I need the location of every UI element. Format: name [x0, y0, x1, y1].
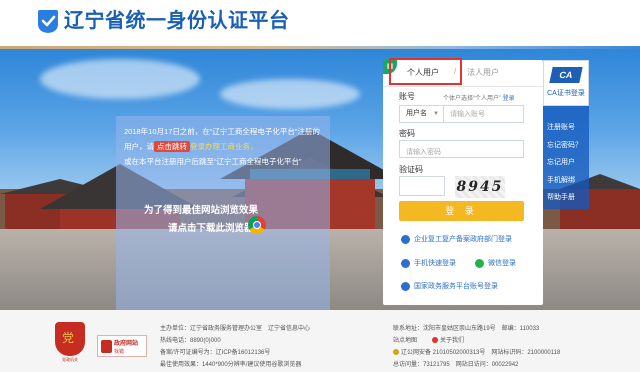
login-card: ▦ 个人用户 / 法人用户 账号 个体户选择“个人用户” 登录 用户名▼ 密码 …: [383, 58, 543, 305]
site-header: 辽宁省统一身份认证平台: [0, 0, 640, 46]
account-input[interactable]: [444, 106, 523, 122]
mobile-login-label: 手机快速登录: [414, 260, 456, 267]
account-type-value: 用户名: [406, 110, 427, 117]
sidebar-item-unbind-phone[interactable]: 手机解绑: [547, 175, 575, 185]
footer-icp[interactable]: 备案/许可证编号为：辽ICP备16012136号: [160, 347, 270, 356]
gov-site-error-report-badge[interactable]: 政府网站 找错: [97, 335, 147, 357]
sidebar-item-help[interactable]: 帮助手册: [547, 192, 575, 202]
browser-tip-line1: 为了得到最佳网站浏览效果: [144, 205, 259, 216]
sidebar-item-forgot-user[interactable]: 忘记用户: [547, 157, 575, 167]
account-row: 用户名 ▼: [399, 105, 524, 123]
password-label: 密码: [399, 129, 415, 138]
footer-police-record[interactable]: 辽公网安备 21010502000313号 网站标识码：2100000118: [393, 347, 560, 356]
mobile-login-link[interactable]: 手机快速登录: [401, 258, 456, 268]
password-field: [399, 140, 524, 161]
site-title: 辽宁省统一身份认证平台: [64, 10, 290, 32]
hint-login-link[interactable]: 登录: [503, 96, 515, 102]
password-input[interactable]: [400, 144, 523, 161]
party-gov-emblem-icon[interactable]: [55, 322, 85, 356]
national-login-label: 国家政务服务平台账号登录: [414, 283, 498, 290]
building-icon: [401, 234, 410, 244]
footer-sitemap-link[interactable]: 站点地图: [393, 335, 417, 344]
ca-certificate-login[interactable]: CA CA证书登录: [543, 60, 589, 106]
footer-police-text: 辽公网安备 21010502000313号 网站标识码：2100000118: [401, 350, 561, 356]
captcha-image[interactable]: 8945: [455, 176, 505, 198]
enterprise-login-link[interactable]: 企业复工复产备案政府部门登录: [401, 234, 512, 244]
gov-badge-title: 政府网站: [114, 341, 139, 347]
captcha-label: 验证码: [399, 165, 423, 174]
footer-host: 主办单位：辽宁省政务服务管理办公室 辽宁省信息中心: [160, 326, 311, 332]
footer-browser-tip: 最佳使用效果：1440*900分辨率/建议使用谷歌浏览器: [160, 362, 302, 368]
gov-badge-subtitle: 找错: [114, 349, 125, 355]
migration-notice: 2018年10月17日之前，在“辽宁工商全程电子化平台”注册的用户，请 点击跳转登…: [124, 124, 324, 169]
national-platform-icon: [401, 281, 410, 291]
police-badge-icon: [393, 349, 399, 356]
footer-hotline: 热线电话：8890(0)000: [160, 338, 221, 344]
browser-download-link[interactable]: 请点击下载此浏览器: [168, 220, 254, 234]
cloud: [40, 59, 200, 99]
notice-panel: 2018年10月17日之前，在“辽宁工商全程电子化平台”注册的用户，请 点击跳转登…: [116, 116, 330, 310]
wechat-login-link[interactable]: 微信登录: [475, 258, 516, 268]
footer-about-label: 关于我们: [440, 338, 465, 344]
wechat-login-label: 微信登录: [488, 260, 516, 267]
phone-icon: [401, 258, 410, 268]
sidebar-item-forgot-password[interactable]: 忘记密码？: [547, 140, 582, 150]
hero-banner: 2018年10月17日之前，在“辽宁工商全程电子化平台”注册的用户，请 点击跳转登…: [0, 49, 640, 310]
wechat-icon: [475, 258, 484, 268]
ca-logo-icon: CA: [549, 67, 583, 83]
about-icon: [432, 337, 438, 344]
tab-corporate-user[interactable]: 法人用户: [467, 67, 499, 78]
emblem-caption: 党政机关: [62, 357, 78, 362]
sidebar-item-register[interactable]: 注册账号: [547, 122, 575, 132]
chrome-browser-icon[interactable]: [248, 216, 266, 234]
tab-highlight-box: [389, 58, 462, 85]
account-hint-text: 个体户选择“个人用户”: [443, 96, 501, 102]
enterprise-login-label: 企业复工复产备案政府部门登录: [414, 236, 512, 243]
site-footer: [0, 310, 640, 372]
account-type-select[interactable]: 用户名 ▼: [400, 106, 444, 122]
platform-logo-icon: [38, 10, 58, 33]
account-label: 账号: [399, 92, 415, 101]
national-login-link[interactable]: 国家政务服务平台账号登录: [401, 281, 498, 291]
notice-text: 或在本平台注册用户后跳至“辽宁工商全程电子化平台”: [124, 157, 302, 166]
chevron-down-icon: ▼: [433, 111, 439, 117]
captcha-input[interactable]: [399, 176, 445, 196]
captcha-row: 8945: [399, 176, 524, 198]
login-tabs: ▦ 个人用户 / 法人用户: [383, 58, 543, 87]
footer-address: 联系地址：沈阳市皇姑区崇山东路19号 邮编：110033: [393, 326, 540, 332]
account-hint: 个体户选择“个人用户” 登录: [443, 93, 515, 102]
footer-about-link[interactable]: 关于我们: [432, 335, 464, 344]
jump-link[interactable]: 点击跳转: [154, 141, 190, 152]
footer-visits: 总访问量：73121795 网站日访问：00022942: [393, 362, 519, 368]
gov-badge-icon: [101, 340, 112, 353]
login-button[interactable]: 登 录: [399, 201, 524, 221]
ca-login-label: CA证书登录: [547, 90, 585, 97]
notice-text-highlight: 登录办理工商业务，: [190, 142, 258, 151]
cloud: [220, 79, 360, 109]
